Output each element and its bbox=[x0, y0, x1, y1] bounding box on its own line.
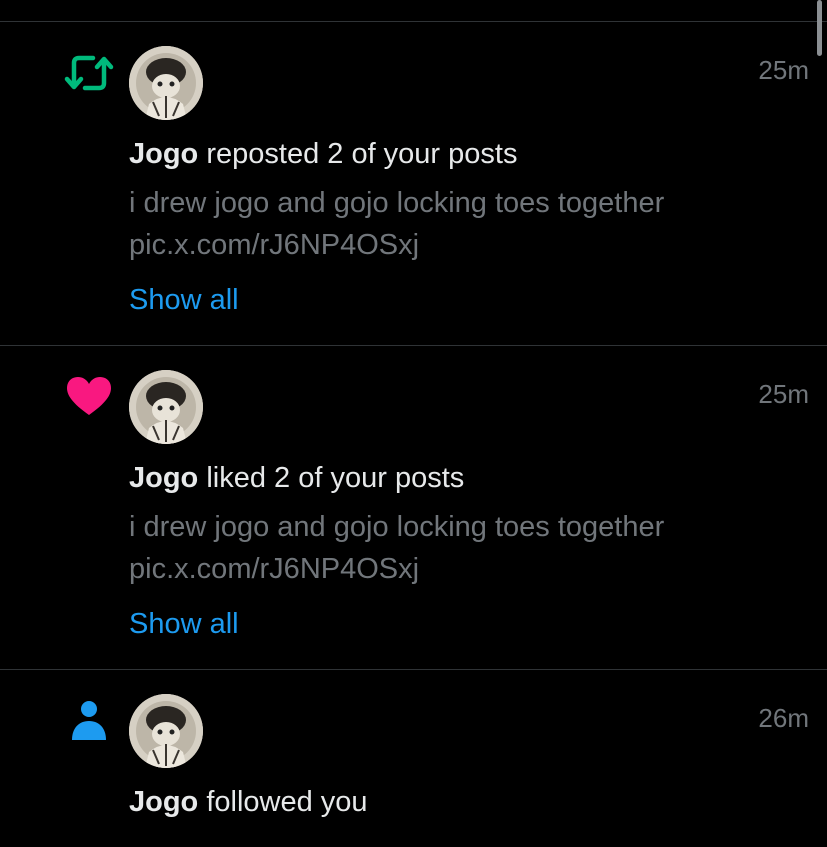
person-icon bbox=[62, 698, 116, 744]
notification-text: Jogo followed you bbox=[129, 785, 368, 819]
show-all-link[interactable]: Show all bbox=[129, 604, 239, 644]
timestamp: 25m bbox=[758, 55, 809, 85]
notification-follow[interactable]: 26m Jogo followed you bbox=[0, 670, 827, 847]
post-text: i drew jogo and gojo locking toes togeth… bbox=[129, 187, 665, 219]
user-name[interactable]: Jogo bbox=[129, 138, 198, 170]
avatar[interactable] bbox=[129, 370, 203, 444]
user-name[interactable]: Jogo bbox=[129, 462, 198, 494]
action-text: reposted 2 of your posts bbox=[198, 138, 518, 170]
post-link: pic.x.com/rJ6NP4OSxj bbox=[129, 229, 420, 261]
action-text: liked 2 of your posts bbox=[198, 462, 465, 494]
post-preview[interactable]: i drew jogo and gojo locking toes togeth… bbox=[129, 182, 664, 266]
notification-repost[interactable]: 25m Jogo reposted 2 of your posts i drew… bbox=[0, 22, 827, 345]
post-preview[interactable]: i drew jogo and gojo locking toes togeth… bbox=[129, 506, 664, 590]
show-all-link[interactable]: Show all bbox=[129, 280, 239, 320]
user-name[interactable]: Jogo bbox=[129, 786, 198, 818]
timestamp: 25m bbox=[758, 379, 809, 409]
notification-text: Jogo reposted 2 of your posts bbox=[129, 137, 517, 171]
heart-icon bbox=[62, 374, 116, 420]
post-link: pic.x.com/rJ6NP4OSxj bbox=[129, 553, 420, 585]
notifications-feed: 25m Jogo reposted 2 of your posts i drew… bbox=[0, 0, 827, 847]
avatar[interactable] bbox=[129, 694, 203, 768]
post-text: i drew jogo and gojo locking toes togeth… bbox=[129, 511, 665, 543]
notification-text: Jogo liked 2 of your posts bbox=[129, 461, 464, 495]
repost-icon bbox=[62, 50, 116, 96]
avatar[interactable] bbox=[129, 46, 203, 120]
notification-like[interactable]: 25m Jogo liked 2 of your posts i drew jo… bbox=[0, 346, 827, 669]
action-text: followed you bbox=[198, 786, 368, 818]
timestamp: 26m bbox=[758, 703, 809, 733]
